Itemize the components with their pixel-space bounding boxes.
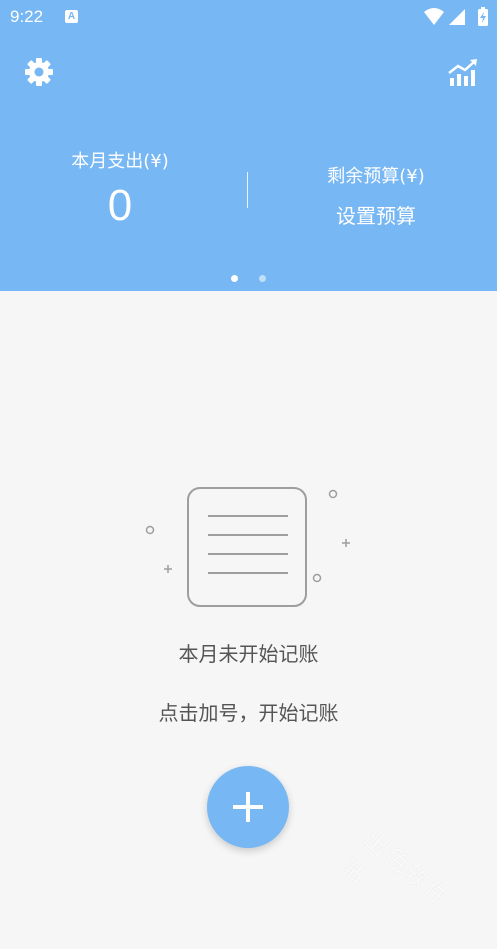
remaining-budget-label: 剩余预算(¥) xyxy=(327,166,425,187)
page-indicator xyxy=(0,267,497,286)
page-dot-2 xyxy=(259,275,267,282)
summary-header: 9:22 A 本月支出(¥) 0 剩余预算(¥) 设置预算 xyxy=(0,0,497,291)
watermark: 出色软件站 xyxy=(335,824,456,913)
document-list-icon xyxy=(145,487,350,607)
settings-button[interactable] xyxy=(22,55,56,89)
empty-state-hint: 点击加号，开始记账 xyxy=(158,701,339,725)
statistics-button[interactable] xyxy=(446,56,480,90)
empty-state-title: 本月未开始记账 xyxy=(178,642,319,666)
status-time: 9:22 xyxy=(10,7,44,26)
stats-divider xyxy=(247,172,248,208)
wifi-icon xyxy=(424,8,444,25)
add-record-button[interactable] xyxy=(207,766,289,848)
set-budget-link[interactable]: 设置预算 xyxy=(336,200,416,229)
plus-icon xyxy=(233,792,263,822)
status-icons xyxy=(424,7,488,26)
signal-icon xyxy=(449,9,465,25)
status-bar: 9:22 A xyxy=(0,0,497,34)
page-dot-1 xyxy=(230,275,238,282)
monthly-expense-block: 本月支出(¥) 0 xyxy=(40,147,200,231)
monthly-expense-value: 0 xyxy=(107,181,133,230)
chart-trend-icon xyxy=(448,59,477,86)
battery-icon xyxy=(478,7,488,26)
monthly-expense-label: 本月支出(¥) xyxy=(71,151,169,172)
remaining-budget-block: 剩余预算(¥) 设置预算 xyxy=(296,162,456,229)
notification-icon: A xyxy=(65,10,78,23)
gear-icon xyxy=(25,58,53,86)
